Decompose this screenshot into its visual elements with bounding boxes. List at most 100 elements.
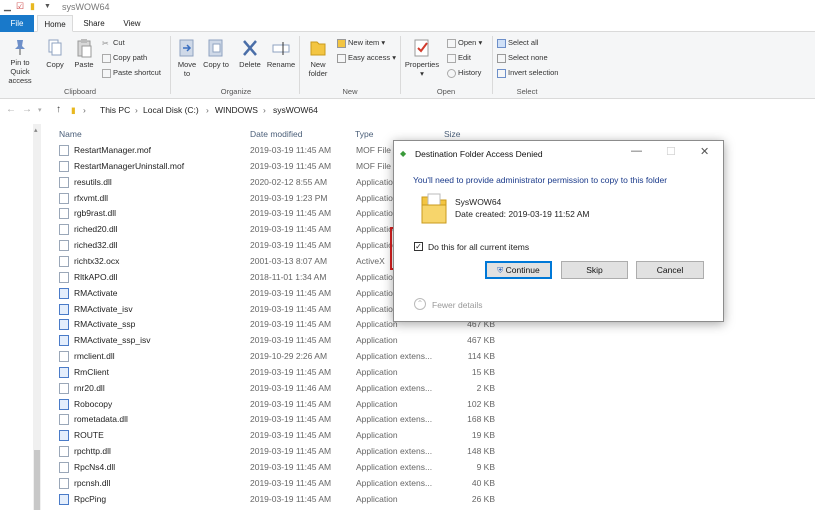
open-button[interactable]: Open ▾ — [447, 38, 482, 48]
file-type: Application extens... — [356, 477, 433, 488]
fewer-details-link[interactable]: Fewer details — [432, 300, 483, 310]
rename-button[interactable]: Rename — [265, 38, 297, 69]
continue-button[interactable]: ⛨ Continue — [485, 261, 552, 279]
table-row[interactable]: Robocopy 2019-03-19 11:45 AM Application 10… — [55, 397, 495, 413]
properties-button[interactable]: Properties ▾ — [403, 38, 441, 78]
column-header-date[interactable]: Date modified — [250, 129, 302, 139]
file-name: RMActivate — [74, 287, 118, 298]
all-items-checkbox-label[interactable]: Do this for all current items — [428, 242, 529, 252]
breadcrumb-syswow64[interactable]: sysWOW64 — [273, 105, 318, 115]
file-name: rpchttp.dll — [74, 446, 111, 457]
file-date: 2018-11-01 1:34 AM — [250, 271, 327, 282]
column-header-type[interactable]: Type — [355, 129, 373, 139]
file-name: RmClient — [74, 366, 109, 377]
access-denied-dialog: ◆ Destination Folder Access Denied — ☐ ✕… — [393, 140, 724, 322]
history-icon — [447, 68, 456, 78]
move-to-button[interactable]: Move to — [174, 38, 200, 78]
table-row[interactable]: rometadata.dll 2019-03-19 11:45 AM Applica… — [55, 412, 495, 428]
invert-selection-button[interactable]: Invert selection — [497, 68, 558, 78]
cancel-button[interactable]: Cancel — [636, 261, 704, 279]
edit-button[interactable]: Edit — [447, 53, 471, 63]
minimize-icon[interactable]: — — [631, 145, 642, 157]
file-name: RMActivate_ssp_isv — [74, 335, 151, 346]
scrollbar-thumb[interactable] — [34, 450, 40, 510]
new-item-button[interactable]: New item ▾ — [337, 38, 385, 48]
chevron-up-icon[interactable]: ⌃ — [414, 298, 426, 310]
table-row[interactable]: rmclient.dll 2019-10-29 2:26 AM Applicatio… — [55, 349, 495, 365]
tab-file[interactable]: File — [0, 15, 34, 32]
folder-icon — [421, 193, 447, 224]
table-row[interactable]: rpcnsh.dll 2019-03-19 11:45 AM Application… — [55, 476, 495, 492]
pin-quick-access-button[interactable]: Pin to Quick access — [2, 38, 38, 85]
forward-arrow-icon[interactable]: → — [22, 104, 32, 115]
tab-view[interactable]: View — [114, 15, 150, 32]
file-name: rometadata.dll — [74, 414, 128, 425]
file-icon — [59, 366, 69, 378]
new-folder-icon — [310, 41, 326, 56]
open-icon — [447, 38, 456, 48]
scroll-up-icon[interactable]: ▴ — [34, 126, 38, 134]
all-items-checkbox[interactable]: ✓ — [414, 242, 423, 251]
title-bar: ▁ ☑ ▮ ▼ sysWOW64 — [0, 0, 815, 15]
file-date: 2019-03-19 11:45 AM — [250, 477, 332, 488]
easy-access-button[interactable]: Easy access ▾ — [337, 53, 396, 63]
copy-to-button[interactable]: Copy to — [203, 38, 229, 69]
table-row[interactable]: rnr20.dll 2019-03-19 11:46 AM Application … — [55, 381, 495, 397]
table-row[interactable]: RmClient 2019-03-19 11:45 AM Application 15… — [55, 365, 495, 381]
copy-path-button[interactable]: Copy path — [102, 53, 147, 63]
breadcrumb-local-disk[interactable]: Local Disk (C:) — [143, 105, 199, 115]
customize-qa-icon[interactable]: ▼ — [44, 3, 51, 10]
copy-button[interactable]: Copy — [44, 38, 66, 69]
file-icon — [59, 414, 69, 426]
folder-qa-icon[interactable]: ▮ — [30, 1, 35, 12]
table-row[interactable]: ROUTE 2019-03-19 11:45 AM Application 19 KB — [55, 428, 495, 444]
back-arrow-icon[interactable]: ← — [6, 104, 16, 115]
maximize-icon[interactable]: ☐ — [666, 145, 676, 158]
tab-share[interactable]: Share — [78, 15, 110, 32]
history-button[interactable]: History — [447, 68, 481, 78]
file-date: 2019-03-19 11:45 AM — [250, 414, 332, 425]
invert-selection-icon — [497, 68, 506, 78]
paste-shortcut-icon — [102, 68, 111, 78]
copy-label: Copy — [46, 60, 64, 69]
file-name: riched32.dll — [74, 240, 118, 251]
cut-button[interactable]: ✂ Cut — [102, 38, 125, 48]
column-header-name[interactable]: Name — [59, 129, 82, 139]
delete-button[interactable]: Delete — [236, 38, 264, 69]
clipboard-group-label: Clipboard — [63, 87, 97, 96]
paste-button[interactable]: Paste — [72, 38, 96, 69]
file-date: 2019-03-19 11:45 AM — [250, 160, 332, 171]
breadcrumb-windows[interactable]: WINDOWS — [215, 105, 258, 115]
recent-chevron-icon[interactable]: ▾ — [38, 106, 42, 114]
paste-shortcut-label: Paste shortcut — [113, 68, 161, 77]
file-date: 2019-03-19 11:45 AM — [250, 446, 332, 457]
close-icon[interactable]: ✕ — [700, 145, 709, 158]
file-icon — [59, 208, 69, 220]
select-all-label: Select all — [508, 38, 539, 47]
file-name: richtx32.ocx — [74, 255, 120, 266]
select-all-button[interactable]: Select all — [497, 38, 538, 48]
up-arrow-icon[interactable]: ↑ — [56, 104, 61, 115]
file-icon — [59, 351, 69, 363]
file-icon — [59, 382, 69, 394]
file-icon — [59, 398, 69, 410]
table-row[interactable]: RpcNs4.dll 2019-03-19 11:45 AM Application… — [55, 460, 495, 476]
column-header-size[interactable]: Size — [444, 129, 461, 139]
ribbon-separator — [170, 36, 171, 94]
breadcrumb-this-pc[interactable]: This PC — [100, 105, 130, 115]
new-folder-button[interactable]: New folder — [303, 38, 333, 78]
tab-home[interactable]: Home — [37, 15, 73, 32]
file-date: 2019-03-19 11:45 AM — [250, 208, 332, 219]
properties-qa-icon[interactable]: ☑ — [16, 1, 24, 12]
table-row[interactable]: RMActivate_ssp_isv 2019-03-19 11:45 AM App… — [55, 333, 495, 349]
file-size: 40 KB — [471, 477, 495, 488]
table-row[interactable]: RpcPing 2019-03-19 11:45 AM Application 26 … — [55, 492, 495, 508]
properties-label: Properties — [404, 60, 440, 69]
skip-button[interactable]: Skip — [561, 261, 628, 279]
file-date: 2019-03-19 11:45 AM — [250, 224, 332, 235]
paste-shortcut-button[interactable]: Paste shortcut — [102, 68, 161, 78]
table-row[interactable]: rpchttp.dll 2019-03-19 11:45 AM Applicatio… — [55, 444, 495, 460]
select-none-button[interactable]: Select none — [497, 53, 548, 63]
file-type: Application extens... — [356, 446, 433, 457]
file-size: 114 KB — [467, 351, 495, 362]
